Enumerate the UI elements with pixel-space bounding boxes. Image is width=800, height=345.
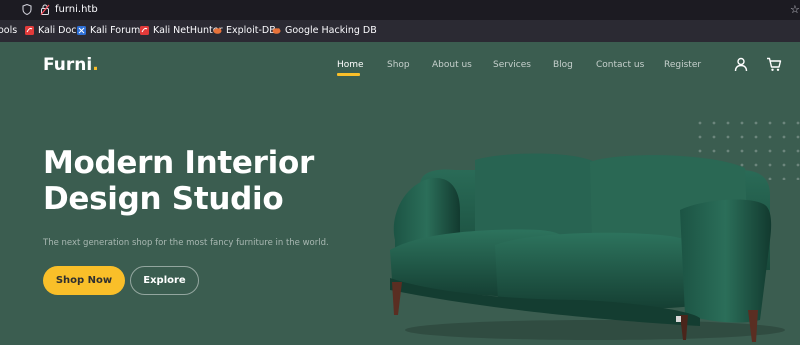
bookmark-exploit-db[interactable]: Exploit-DB [213, 25, 276, 36]
nav-home[interactable]: Home [337, 60, 364, 70]
bookmarks-toolbar: ools Kali Docs Kali Forums Kali NetHunte… [0, 20, 800, 42]
nav-shop[interactable]: Shop [387, 60, 410, 70]
exploit-db-icon [213, 28, 222, 34]
nav-contact-us[interactable]: Contact us [596, 60, 644, 70]
logo-dot: . [92, 55, 99, 75]
nav-active-indicator [337, 73, 360, 76]
insecure-lock-icon[interactable] [40, 4, 50, 15]
bookmark-label: Exploit-DB [226, 25, 276, 36]
kali-icon [77, 26, 86, 35]
kali-icon [140, 26, 149, 35]
nav-about-us[interactable]: About us [432, 60, 472, 70]
cart-icon[interactable] [766, 57, 782, 72]
bookmark-label: Kali Docs [38, 25, 82, 36]
user-icon[interactable] [734, 57, 748, 72]
nav-register[interactable]: Register [664, 60, 701, 70]
bookmark-kali-forums[interactable]: Kali Forums [77, 25, 145, 36]
exploit-db-icon [272, 28, 281, 34]
nav-services[interactable]: Services [493, 60, 531, 70]
bookmark-label: Kali Forums [90, 25, 146, 36]
kali-icon [25, 26, 34, 35]
bookmark-label: Google Hacking DB [285, 25, 377, 36]
browser-url-bar: furni.htb ☆ [0, 0, 800, 20]
hero-title: Modern Interior Design Studio [43, 145, 314, 217]
bookmark-google-hacking-db[interactable]: Google Hacking DB [272, 25, 377, 36]
bookmark-kali-nethunter[interactable]: Kali NetHunter [140, 25, 223, 36]
explore-button[interactable]: Explore [130, 266, 199, 295]
hero-subtitle: The next generation shop for the most fa… [43, 238, 329, 248]
logo-text: Furni [43, 55, 93, 75]
shop-now-button[interactable]: Shop Now [43, 266, 125, 295]
nav-blog[interactable]: Blog [553, 60, 573, 70]
shield-icon[interactable] [22, 4, 32, 15]
bookmark-star-icon[interactable]: ☆ [790, 3, 800, 16]
bookmark-tools[interactable]: ools [0, 25, 17, 36]
address-bar-url[interactable]: furni.htb [55, 4, 98, 15]
sofa-image [390, 153, 785, 342]
bookmark-label: ools [0, 25, 18, 36]
bookmark-kali-docs[interactable]: Kali Docs [25, 25, 81, 36]
site-logo[interactable]: Furni. [43, 55, 99, 75]
